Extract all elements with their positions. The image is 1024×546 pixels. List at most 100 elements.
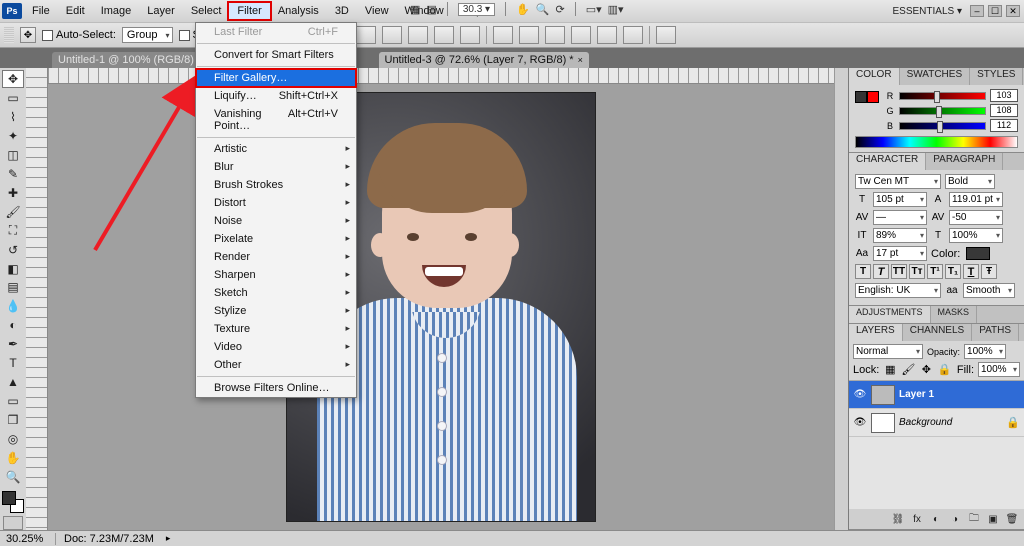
crop-tool[interactable]: ◫	[2, 146, 24, 164]
adjustment-icon[interactable]: ◑	[947, 512, 963, 526]
menu-layer[interactable]: Layer	[139, 3, 183, 19]
close-button[interactable]: ✕	[1006, 5, 1020, 17]
auto-align-button[interactable]	[656, 26, 676, 44]
tab-styles[interactable]: STYLES	[970, 68, 1023, 85]
doc-tab-2[interactable]: Untitled-3 @ 72.6% (Layer 7, RGB/8) *×	[379, 52, 589, 68]
menu-filter[interactable]: Filter	[229, 3, 269, 19]
tab-layers[interactable]: LAYERS	[849, 324, 903, 341]
layer-row[interactable]: 👁 Background 🔒	[849, 409, 1024, 437]
distribute-top-button[interactable]	[493, 26, 513, 44]
underline-button[interactable]: T	[963, 264, 979, 279]
stamp-tool[interactable]: ⛶	[2, 222, 24, 240]
auto-select-mode[interactable]: Group	[122, 27, 173, 43]
zoom-tool[interactable]: 🔍	[2, 468, 24, 486]
menuitem-filter-gallery[interactable]: Filter Gallery…	[196, 69, 356, 87]
align-vcenter-button[interactable]	[434, 26, 454, 44]
lock-image-icon[interactable]: 🖌	[901, 363, 915, 377]
group-icon[interactable]: 🗀	[966, 512, 982, 526]
bridge-icon[interactable]: ▦	[410, 3, 420, 16]
distribute-bottom-button[interactable]	[545, 26, 565, 44]
menuitem-last-filter[interactable]: Last FilterCtrl+F	[196, 23, 356, 41]
path-select-tool[interactable]: ▲	[2, 373, 24, 391]
color-ramp[interactable]	[855, 136, 1018, 148]
distribute-left-button[interactable]	[571, 26, 591, 44]
dodge-tool[interactable]: ◐	[2, 316, 24, 334]
font-size[interactable]: 105 pt	[873, 192, 927, 207]
tab-character[interactable]: CHARACTER	[849, 153, 926, 170]
baseline-shift[interactable]: 17 pt	[873, 246, 927, 261]
menu-select[interactable]: Select	[183, 3, 230, 19]
distribute-vcenter-button[interactable]	[519, 26, 539, 44]
auto-select-checkbox[interactable]: Auto-Select:	[42, 29, 116, 41]
font-style[interactable]: Bold	[945, 174, 995, 189]
quick-select-tool[interactable]: ✦	[2, 127, 24, 145]
maximize-button[interactable]: ☐	[988, 5, 1002, 17]
tab-channels[interactable]: CHANNELS	[903, 324, 972, 341]
canvas[interactable]	[48, 84, 834, 530]
menuitem-liquify[interactable]: Liquify…Shift+Ctrl+X	[196, 87, 356, 105]
layer-thumb[interactable]	[871, 413, 895, 433]
tab-paragraph[interactable]: PARAGRAPH	[926, 153, 1003, 170]
eyedropper-tool[interactable]: ✎	[2, 165, 24, 183]
menuitem-video[interactable]: Video	[196, 338, 356, 356]
status-menu-icon[interactable]: ▸	[166, 533, 171, 544]
move-tool[interactable]: ✥	[2, 70, 24, 88]
color-swatches[interactable]	[2, 491, 24, 513]
move-tool-indicator[interactable]: ✥	[20, 27, 36, 43]
menu-image[interactable]: Image	[93, 3, 140, 19]
menu-3d[interactable]: 3D	[327, 3, 357, 19]
opacity-value[interactable]: 100%	[964, 344, 1006, 359]
mask-icon[interactable]: ◐	[928, 512, 944, 526]
vertical-scrollbar[interactable]	[834, 68, 848, 530]
3d-camera-tool[interactable]: ◎	[2, 430, 24, 448]
visibility-icon[interactable]: 👁	[853, 388, 867, 402]
layer-name[interactable]: Layer 1	[899, 389, 934, 400]
distribute-hcenter-button[interactable]	[597, 26, 617, 44]
text-color[interactable]	[966, 247, 990, 260]
align-bottom-button[interactable]	[460, 26, 480, 44]
menuitem-sketch[interactable]: Sketch	[196, 284, 356, 302]
menuitem-sharpen[interactable]: Sharpen	[196, 266, 356, 284]
menuitem-other[interactable]: Other	[196, 356, 356, 374]
hand-tool[interactable]: ✋	[2, 449, 24, 467]
marquee-tool[interactable]: ▭	[2, 89, 24, 107]
kerning[interactable]: —	[873, 210, 927, 225]
options-grabber[interactable]	[4, 27, 14, 43]
menuitem-vanishing-point[interactable]: Vanishing Point…Alt+Ctrl+V	[196, 105, 356, 135]
layer-thumb[interactable]	[871, 385, 895, 405]
screen-mode-icon[interactable]: ▭▾	[586, 3, 602, 16]
menuitem-noise[interactable]: Noise	[196, 212, 356, 230]
fx-icon[interactable]: fx	[909, 512, 925, 526]
g-slider[interactable]	[899, 107, 986, 115]
history-icon[interactable]: ▤	[426, 3, 436, 16]
smallcaps-button[interactable]: Tᴛ	[909, 264, 925, 279]
healing-tool[interactable]: ✚	[2, 184, 24, 202]
fill-value[interactable]: 100%	[978, 362, 1020, 377]
menuitem-distort[interactable]: Distort	[196, 194, 356, 212]
distribute-right-button[interactable]	[623, 26, 643, 44]
superscript-button[interactable]: T¹	[927, 264, 943, 279]
3d-tool[interactable]: ❒	[2, 411, 24, 429]
lasso-tool[interactable]: ⌇	[2, 108, 24, 126]
font-family[interactable]: Tw Cen MT	[855, 174, 941, 189]
menuitem-artistic[interactable]: Artistic	[196, 140, 356, 158]
menuitem-convert-smart[interactable]: Convert for Smart Filters	[196, 46, 356, 64]
tab-adjustments[interactable]: ADJUSTMENTS	[849, 306, 931, 323]
align-top-button[interactable]	[408, 26, 428, 44]
shape-tool[interactable]: ▭	[2, 392, 24, 410]
quick-mask-toggle[interactable]	[3, 516, 23, 530]
type-tool[interactable]: T	[2, 354, 24, 372]
layer-row[interactable]: 👁 Layer 1	[849, 381, 1024, 409]
menu-edit[interactable]: Edit	[58, 3, 93, 19]
menuitem-brush-strokes[interactable]: Brush Strokes	[196, 176, 356, 194]
tab-paths[interactable]: PATHS	[972, 324, 1019, 341]
menu-file[interactable]: File	[24, 3, 58, 19]
delete-icon[interactable]: 🗑	[1004, 512, 1020, 526]
doc-tab-1[interactable]: Untitled-1 @ 100% (RGB/8) *×	[52, 52, 217, 68]
menu-analysis[interactable]: Analysis	[270, 3, 327, 19]
zoom-icon[interactable]: 🔍	[536, 3, 550, 16]
lock-all-icon[interactable]: 🔒	[937, 363, 951, 377]
blur-tool[interactable]: 💧	[2, 297, 24, 315]
blend-mode[interactable]: Normal	[853, 344, 923, 359]
tab-masks[interactable]: MASKS	[931, 306, 978, 323]
